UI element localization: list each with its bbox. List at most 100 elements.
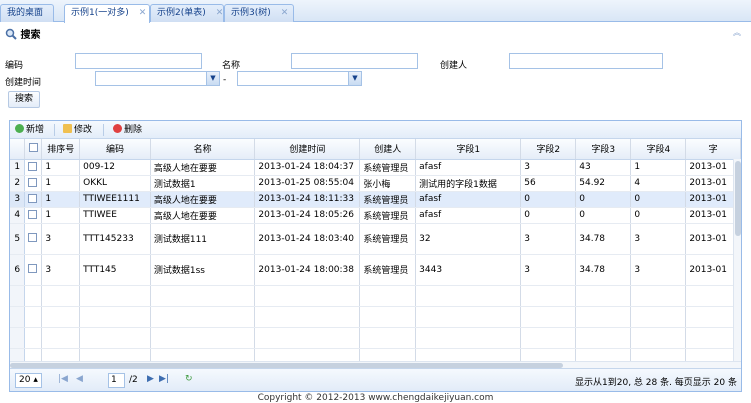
last-page-icon[interactable]: ▶| xyxy=(159,374,169,384)
row-checkbox[interactable] xyxy=(24,207,43,224)
delete-button[interactable]: 删除 xyxy=(113,123,142,137)
row-checkbox[interactable] xyxy=(24,306,43,328)
table-cell: 0 xyxy=(575,191,632,208)
table-cell: 2013-01-24 18:05:26 xyxy=(254,207,361,224)
table-cell xyxy=(254,285,361,307)
table-cell: 测试数据111 xyxy=(150,223,256,255)
vertical-scroll-thumb[interactable] xyxy=(735,161,741,236)
created-time-end-select[interactable]: ▼ xyxy=(237,71,362,86)
creator-input[interactable] xyxy=(509,53,663,69)
table-row[interactable]: 4 1 TTIWEE 高级人地在要要 2013-01-24 18:05:26 系统管理员 a… xyxy=(10,207,741,224)
column-header[interactable]: 字 xyxy=(685,139,741,160)
delete-icon xyxy=(113,124,122,133)
tab-example2[interactable]: 示例2(单表) ✕ xyxy=(150,4,224,22)
column-header[interactable]: 字段2 xyxy=(520,139,577,160)
row-checkbox[interactable] xyxy=(24,175,43,192)
tab-example3[interactable]: 示例3(树) ✕ xyxy=(224,4,294,22)
row-number xyxy=(10,327,26,349)
creator-label: 创建人 xyxy=(440,61,468,71)
column-header[interactable]: 创建时间 xyxy=(254,139,361,160)
search-panel-title: 搜索 xyxy=(5,26,40,42)
page-size-select[interactable]: 20 ▴ xyxy=(15,373,42,388)
tab-my-desktop[interactable]: 我的桌面 xyxy=(0,4,54,22)
row-checkbox[interactable] xyxy=(24,223,43,255)
pager: 20 ▴ |◀ ◀ 1 /2 ▶ ▶| ↻ 显示从1到20, 总 28 条. 每… xyxy=(10,368,741,391)
table-cell: 4 xyxy=(630,175,687,192)
table-cell: 2013-01-24 18:03:40 xyxy=(254,223,361,255)
close-icon[interactable]: ✕ xyxy=(281,8,289,18)
table-cell xyxy=(575,285,632,307)
column-header[interactable]: 名称 xyxy=(150,139,256,160)
table-cell: 34.78 xyxy=(575,223,632,255)
refresh-icon[interactable]: ↻ xyxy=(185,374,193,384)
add-label: 新增 xyxy=(26,125,45,135)
row-number: 3 xyxy=(10,191,26,208)
created-time-start-select[interactable]: ▼ xyxy=(95,71,220,86)
table-cell xyxy=(41,285,81,307)
prev-page-icon[interactable]: ◀ xyxy=(76,374,83,384)
column-header[interactable]: 字段3 xyxy=(575,139,632,160)
collapse-icon[interactable]: ︽ xyxy=(733,27,741,38)
created-time-label: 创建时间 xyxy=(5,78,42,88)
row-number: 5 xyxy=(10,223,26,255)
row-checkbox[interactable] xyxy=(24,327,43,349)
table-cell: 系统管理员 xyxy=(359,254,417,286)
table-cell: 3 xyxy=(41,254,81,286)
row-number xyxy=(10,285,26,307)
table-cell: 1 xyxy=(41,159,81,176)
checkbox-icon xyxy=(28,193,38,203)
column-header[interactable]: 创建人 xyxy=(359,139,417,160)
table-cell xyxy=(79,327,151,349)
column-header[interactable]: 排序号 xyxy=(41,139,81,160)
checkbox-icon xyxy=(28,143,38,153)
add-button[interactable]: 新增 xyxy=(15,123,44,137)
table-cell: 56 xyxy=(520,175,577,192)
name-input[interactable] xyxy=(291,53,418,69)
table-row[interactable]: 5 3 TTT145233 测试数据111 2013-01-24 18:03:40 系统管… xyxy=(10,223,741,255)
table-cell xyxy=(520,285,577,307)
first-page-icon[interactable]: |◀ xyxy=(58,374,68,384)
tab-label: 示例2(单表) xyxy=(157,8,206,18)
close-icon[interactable]: ✕ xyxy=(139,8,147,18)
table-cell: 32 xyxy=(415,223,522,255)
row-checkbox[interactable] xyxy=(24,159,43,176)
table-row[interactable] xyxy=(10,327,741,349)
close-icon[interactable]: ✕ xyxy=(216,8,224,18)
edit-icon xyxy=(63,124,72,133)
tab-example1[interactable]: 示例1(一对多) ✕ xyxy=(64,4,150,23)
table-cell xyxy=(415,285,522,307)
tab-bar: 我的桌面 示例1(一对多) ✕ 示例2(单表) ✕ 示例3(树) ✕ xyxy=(0,0,751,23)
code-input[interactable] xyxy=(75,53,202,69)
grid-header-row: 排序号 编码 名称 创建时间 创建人 字段1 字段2 字段3 字段4 字 xyxy=(10,139,741,160)
edit-button[interactable]: 修改 xyxy=(63,123,92,137)
table-cell: 3 xyxy=(520,159,577,176)
table-row[interactable]: 1 1 009-12 高级人地在要要 2013-01-24 18:04:37 系统管理员 a… xyxy=(10,159,741,176)
column-header[interactable]: 编码 xyxy=(79,139,151,160)
table-row[interactable] xyxy=(10,306,741,328)
column-header[interactable]: 字段1 xyxy=(415,139,522,160)
horizontal-scrollbar[interactable] xyxy=(10,361,741,368)
table-row[interactable] xyxy=(10,285,741,307)
column-header[interactable]: 字段4 xyxy=(630,139,687,160)
table-row[interactable]: 2 1 OKKL 测试数据1 2013-01-25 08:55:04 张小梅 测试用的字段1… xyxy=(10,175,741,192)
tab-label: 示例1(一对多) xyxy=(71,8,129,18)
row-checkbox[interactable] xyxy=(24,191,43,208)
table-cell: 54.92 xyxy=(575,175,632,192)
table-cell: 1 xyxy=(41,175,81,192)
row-number: 6 xyxy=(10,254,26,286)
table-cell: 0 xyxy=(630,207,687,224)
table-cell: OKKL xyxy=(79,175,151,192)
table-cell: 2013-01-24 18:00:38 xyxy=(254,254,361,286)
next-page-icon[interactable]: ▶ xyxy=(147,374,154,384)
select-all-checkbox[interactable] xyxy=(24,139,43,160)
search-button[interactable]: 搜索 xyxy=(8,91,41,108)
vertical-scrollbar[interactable] xyxy=(733,159,741,361)
table-row[interactable]: 6 3 TTT145 测试数据1ss 2013-01-24 18:00:38 系统管理员 3… xyxy=(10,254,741,286)
table-row[interactable]: 3 1 TTIWEE1111 高级人地在要要 2013-01-24 18:11:33 系统… xyxy=(10,191,741,208)
table-cell: 0 xyxy=(520,191,577,208)
row-checkbox[interactable] xyxy=(24,254,43,286)
current-page-input[interactable]: 1 xyxy=(108,373,125,388)
row-checkbox[interactable] xyxy=(24,285,43,307)
edit-label: 修改 xyxy=(74,125,93,135)
table-cell: 系统管理员 xyxy=(359,223,417,255)
